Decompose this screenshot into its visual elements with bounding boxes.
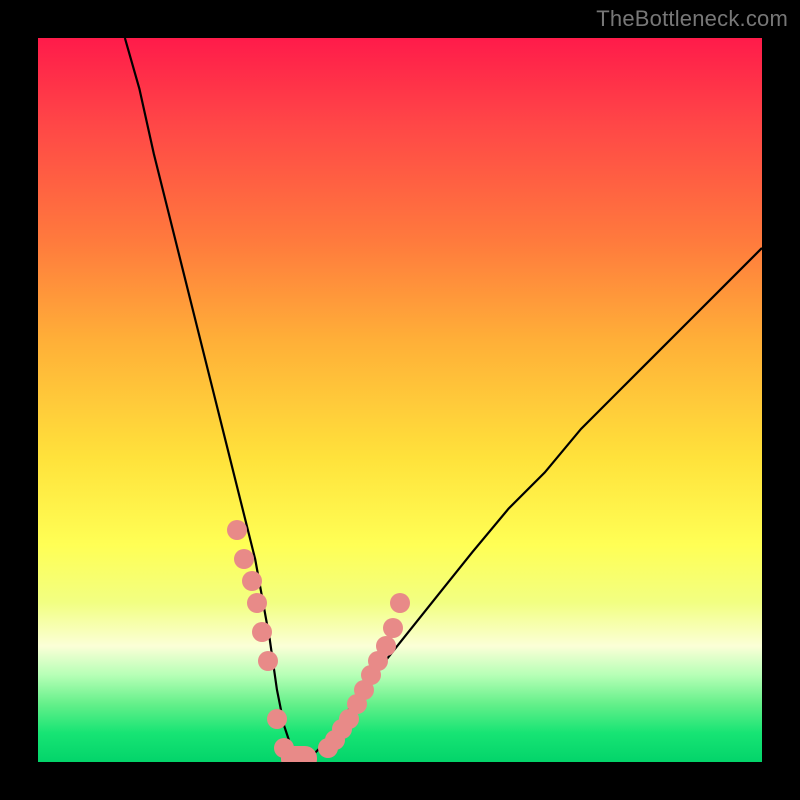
- data-marker: [267, 709, 287, 729]
- data-marker: [258, 651, 278, 671]
- chart-frame: TheBottleneck.com: [0, 0, 800, 800]
- data-marker: [252, 622, 272, 642]
- data-marker: [390, 593, 410, 613]
- data-marker: [242, 571, 262, 591]
- watermark-text: TheBottleneck.com: [596, 6, 788, 32]
- bottleneck-curve: [125, 38, 762, 762]
- data-marker: [383, 618, 403, 638]
- data-marker: [376, 636, 396, 656]
- plot-area: [38, 38, 762, 762]
- curve-svg: [38, 38, 762, 762]
- data-marker: [247, 593, 267, 613]
